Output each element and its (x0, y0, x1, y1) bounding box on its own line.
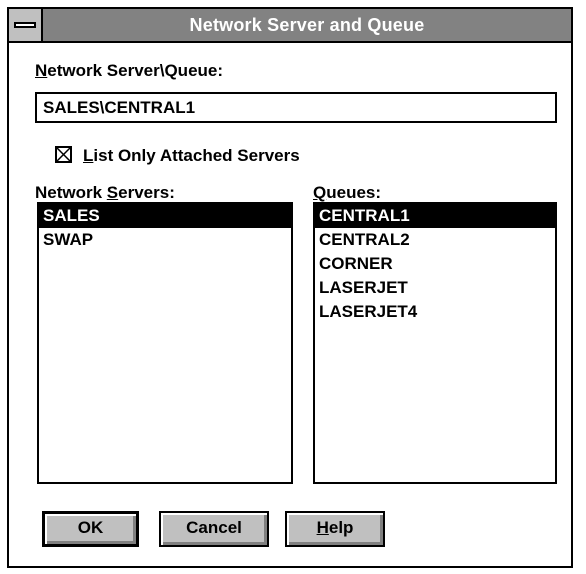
queues-label-mnemonic: Q (313, 183, 327, 202)
system-menu-icon (14, 22, 36, 28)
server-item-swap[interactable]: SWAP (39, 228, 291, 252)
server-item-sales[interactable]: SALES (39, 204, 291, 228)
list-only-attached-label[interactable]: List Only Attached Servers (83, 146, 300, 166)
network-servers-label: Network Servers: (35, 183, 175, 203)
list-only-attached-checkbox[interactable] (55, 146, 72, 163)
ok-button[interactable]: OK (42, 511, 139, 547)
queues-label: Queues: (313, 183, 381, 203)
checkbox-check-icon (57, 148, 70, 161)
network-server-queue-dialog: Network Server and Queue Network Server\… (7, 7, 573, 568)
server-queue-label: Network Server\Queue: (35, 61, 223, 81)
network-servers-label-text: ervers: (118, 183, 175, 202)
network-servers-listbox[interactable]: SALES SWAP (37, 202, 293, 484)
help-button-mnemonic: H (316, 518, 329, 537)
list-only-attached-text: ist Only Attached Servers (93, 146, 300, 165)
cancel-button[interactable]: Cancel (159, 511, 269, 547)
title-bar: Network Server and Queue (9, 9, 571, 43)
server-queue-input[interactable]: SALES\CENTRAL1 (35, 92, 557, 123)
queue-item-corner[interactable]: CORNER (315, 252, 555, 276)
system-menu-button[interactable] (9, 9, 43, 41)
help-button[interactable]: Help (285, 511, 385, 547)
queues-label-text: ueues: (326, 183, 382, 202)
network-servers-label-prefix: Network (35, 183, 107, 202)
queue-item-laserjet[interactable]: LASERJET (315, 276, 555, 300)
queues-listbox[interactable]: CENTRAL1 CENTRAL2 CORNER LASERJET LASERJ… (313, 202, 557, 484)
help-button-text: elp (328, 518, 354, 537)
list-only-attached-mnemonic: L (83, 146, 94, 165)
server-queue-label-text: etwork Server\Queue: (47, 61, 224, 80)
queue-item-laserjet4[interactable]: LASERJET4 (315, 300, 555, 324)
server-queue-label-mnemonic: N (35, 61, 48, 80)
queue-item-central1[interactable]: CENTRAL1 (315, 204, 555, 228)
queue-item-central2[interactable]: CENTRAL2 (315, 228, 555, 252)
dialog-title: Network Server and Queue (189, 15, 425, 35)
network-servers-label-mnemonic: S (106, 183, 119, 202)
